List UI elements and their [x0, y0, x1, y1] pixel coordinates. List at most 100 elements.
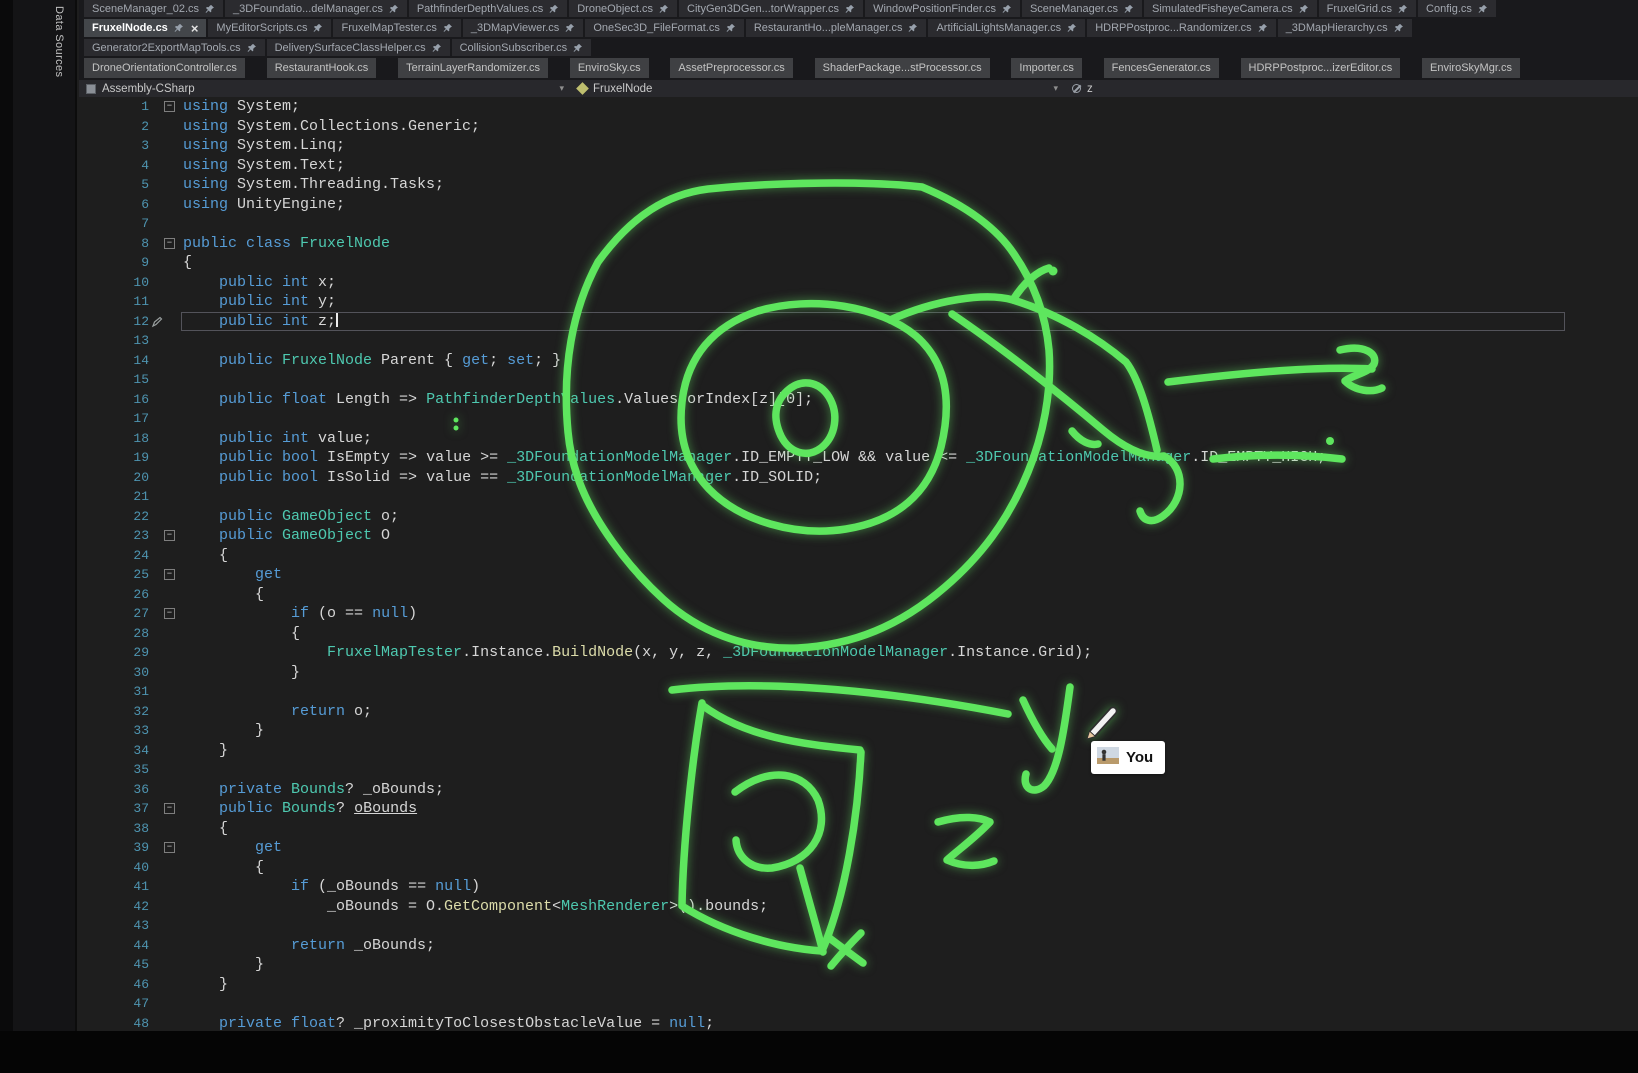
collapse-region-icon[interactable]: −: [164, 803, 175, 814]
code-line-42[interactable]: 42 _oBounds = O.GetComponent<MeshRendere…: [79, 897, 1638, 917]
code-line-45[interactable]: 45 }: [79, 955, 1638, 975]
file-tab[interactable]: EnviroSkyMgr.cs: [1422, 58, 1520, 78]
pin-icon[interactable]: [1067, 23, 1077, 33]
code-line-3[interactable]: 3using System.Linq;: [79, 136, 1638, 156]
pin-icon[interactable]: [247, 43, 257, 53]
code-line-46[interactable]: 46 }: [79, 975, 1638, 995]
type-dropdown[interactable]: FruxelNode ▾: [571, 80, 1065, 97]
fold-margin[interactable]: −: [159, 97, 183, 117]
file-tab[interactable]: CityGen3DGen...torWrapper.cs: [679, 0, 863, 17]
pin-icon[interactable]: [1478, 4, 1488, 14]
pin-icon[interactable]: [1124, 4, 1134, 14]
file-tab[interactable]: SceneManager.cs: [1022, 0, 1142, 17]
file-tab[interactable]: SceneManager_02.cs: [84, 0, 223, 17]
code-line-39[interactable]: 39− get: [79, 838, 1638, 858]
pin-icon[interactable]: [845, 4, 855, 14]
code-line-8[interactable]: 8−public class FruxelNode: [79, 234, 1638, 254]
fold-margin[interactable]: −: [159, 565, 183, 585]
collapse-region-icon[interactable]: −: [164, 569, 175, 580]
code-line-6[interactable]: 6using UnityEngine;: [79, 195, 1638, 215]
pin-icon[interactable]: [726, 23, 736, 33]
code-line-24[interactable]: 24 {: [79, 546, 1638, 566]
code-line-1[interactable]: 1−using System;: [79, 97, 1638, 117]
code-line-9[interactable]: 9{: [79, 253, 1638, 273]
file-tab[interactable]: WindowPositionFinder.cs: [865, 0, 1020, 17]
file-tab[interactable]: AssetPreprocessor.cs: [670, 58, 792, 78]
project-dropdown[interactable]: Assembly-CSharp ▾: [79, 80, 571, 97]
code-line-19[interactable]: 19 public bool IsEmpty => value >= _3DFo…: [79, 448, 1638, 468]
pin-icon[interactable]: [1398, 4, 1408, 14]
code-line-23[interactable]: 23− public GameObject O: [79, 526, 1638, 546]
code-line-10[interactable]: 10 public int x;: [79, 273, 1638, 293]
code-line-26[interactable]: 26 {: [79, 585, 1638, 605]
code-line-7[interactable]: 7: [79, 214, 1638, 234]
code-line-47[interactable]: 47: [79, 994, 1638, 1014]
code-line-5[interactable]: 5using System.Threading.Tasks;: [79, 175, 1638, 195]
file-tab[interactable]: _3DMapHierarchy.cs: [1278, 19, 1412, 37]
pin-icon[interactable]: [443, 23, 453, 33]
code-line-36[interactable]: 36 private Bounds? _oBounds;: [79, 780, 1638, 800]
pin-icon[interactable]: [313, 23, 323, 33]
code-line-4[interactable]: 4using System.Text;: [79, 156, 1638, 176]
pin-icon[interactable]: [432, 43, 442, 53]
code-line-18[interactable]: 18 public int value;: [79, 429, 1638, 449]
code-line-41[interactable]: 41 if (_oBounds == null): [79, 877, 1638, 897]
chevron-down-icon[interactable]: ▾: [559, 83, 564, 94]
file-tab[interactable]: HDRPPostproc...Randomizer.cs: [1087, 19, 1276, 37]
collapse-region-icon[interactable]: −: [164, 608, 175, 619]
collapse-region-icon[interactable]: −: [164, 101, 175, 112]
code-line-11[interactable]: 11 public int y;: [79, 292, 1638, 312]
member-dropdown[interactable]: z: [1065, 80, 1100, 97]
collapse-region-icon[interactable]: −: [164, 238, 175, 249]
fold-margin[interactable]: −: [159, 234, 183, 254]
code-line-2[interactable]: 2using System.Collections.Generic;: [79, 117, 1638, 137]
file-tab[interactable]: FruxelMapTester.cs: [333, 19, 460, 37]
fold-margin[interactable]: −: [159, 604, 183, 624]
code-line-25[interactable]: 25− get: [79, 565, 1638, 585]
code-line-12[interactable]: 12 public int z;: [79, 312, 1638, 332]
file-tab[interactable]: ArtificialLightsManager.cs: [928, 19, 1085, 37]
pin-icon[interactable]: [1394, 23, 1404, 33]
chevron-down-icon[interactable]: ▾: [1053, 83, 1058, 94]
file-tab[interactable]: FencesGenerator.cs: [1104, 58, 1219, 78]
code-line-40[interactable]: 40 {: [79, 858, 1638, 878]
file-tab[interactable]: RestaurantHo...pleManager.cs: [746, 19, 927, 37]
file-tab[interactable]: _3DFoundatio...delManager.cs: [225, 0, 407, 17]
data-sources-panel-tab[interactable]: Data Sources: [53, 6, 65, 77]
code-line-17[interactable]: 17: [79, 409, 1638, 429]
fold-margin[interactable]: −: [159, 799, 183, 819]
pin-icon[interactable]: [205, 4, 215, 14]
code-line-20[interactable]: 20 public bool IsSolid => value == _3DFo…: [79, 468, 1638, 488]
pin-icon[interactable]: [174, 23, 184, 33]
code-line-44[interactable]: 44 return _oBounds;: [79, 936, 1638, 956]
file-tab[interactable]: DroneObject.cs: [569, 0, 677, 17]
code-line-37[interactable]: 37− public Bounds? oBounds: [79, 799, 1638, 819]
file-tab[interactable]: PathfinderDepthValues.cs: [409, 0, 567, 17]
fold-margin[interactable]: −: [159, 526, 183, 546]
pin-icon[interactable]: [573, 43, 583, 53]
file-tab[interactable]: ShaderPackage...stProcessor.cs: [815, 58, 990, 78]
code-line-13[interactable]: 13: [79, 331, 1638, 351]
code-line-15[interactable]: 15: [79, 370, 1638, 390]
file-tab[interactable]: CollisionSubscriber.cs: [452, 39, 592, 56]
file-tab[interactable]: TerrainLayerRandomizer.cs: [398, 58, 548, 78]
file-tab[interactable]: EnviroSky.cs: [570, 58, 649, 78]
file-tab[interactable]: _3DMapViewer.cs: [463, 19, 583, 37]
code-line-32[interactable]: 32 return o;: [79, 702, 1638, 722]
pin-icon[interactable]: [1299, 4, 1309, 14]
close-icon[interactable]: ×: [191, 22, 199, 35]
code-line-14[interactable]: 14 public FruxelNode Parent { get; set; …: [79, 351, 1638, 371]
file-tab[interactable]: Config.cs: [1418, 0, 1496, 17]
code-line-28[interactable]: 28 {: [79, 624, 1638, 644]
code-line-33[interactable]: 33 }: [79, 721, 1638, 741]
code-line-29[interactable]: 29 FruxelMapTester.Instance.BuildNode(x,…: [79, 643, 1638, 663]
code-line-22[interactable]: 22 public GameObject o;: [79, 507, 1638, 527]
file-tab[interactable]: FruxelNode.cs×: [84, 19, 206, 37]
file-tab[interactable]: FruxelGrid.cs: [1319, 0, 1416, 17]
file-tab[interactable]: OneSec3D_FileFormat.cs: [585, 19, 744, 37]
code-line-34[interactable]: 34 }: [79, 741, 1638, 761]
collapse-region-icon[interactable]: −: [164, 530, 175, 541]
code-line-30[interactable]: 30 }: [79, 663, 1638, 683]
code-editor[interactable]: 1−using System;2using System.Collections…: [79, 97, 1638, 1073]
file-tab[interactable]: HDRPPostproc...izerEditor.cs: [1241, 58, 1401, 78]
